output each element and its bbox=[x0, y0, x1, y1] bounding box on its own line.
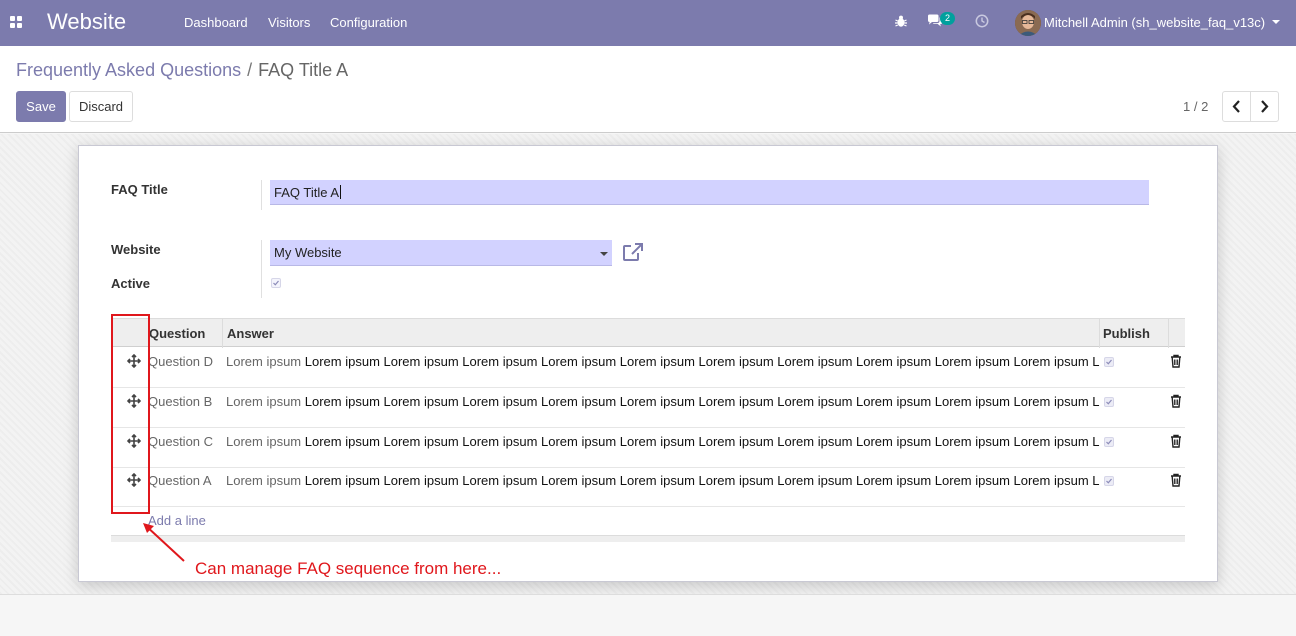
dropdown-arrow-icon[interactable] bbox=[600, 252, 608, 256]
annotation-highlight-box bbox=[111, 314, 150, 514]
answer-text: Lorem ipsum Lorem ipsum Lorem ipsum Lore… bbox=[304, 473, 1100, 488]
answer-text: Lorem ipsum Lorem ipsum Lorem ipsum Lore… bbox=[304, 394, 1100, 409]
chevron-right-icon bbox=[1261, 100, 1269, 113]
answer-text: Lorem ipsum Lorem ipsum Lorem ipsum Lore… bbox=[304, 434, 1100, 449]
trash-icon[interactable] bbox=[1170, 354, 1182, 368]
publish-checkbox[interactable] bbox=[1104, 437, 1114, 447]
control-panel: Frequently Asked Questions / FAQ Title A S… bbox=[0, 46, 1296, 133]
answer-muted-text: Lorem ipsum bbox=[226, 354, 302, 369]
table-row[interactable]: Question B Lorem ipsum Lorem ipsum Lorem… bbox=[111, 388, 1185, 428]
user-name[interactable]: Mitchell Admin (sh_website_faq_v13c) bbox=[1044, 15, 1265, 30]
label-divider bbox=[261, 180, 262, 210]
annotation-arrow-icon bbox=[143, 523, 185, 562]
answer-muted-text: Lorem ipsum bbox=[226, 394, 302, 409]
question-cell[interactable]: Question B bbox=[148, 394, 212, 409]
answer-muted-text: Lorem ipsum bbox=[226, 434, 302, 449]
external-link-icon[interactable] bbox=[622, 242, 644, 262]
answer-text: Lorem ipsum Lorem ipsum Lorem ipsum Lore… bbox=[304, 354, 1100, 369]
breadcrumb: Frequently Asked Questions / FAQ Title A bbox=[16, 60, 348, 81]
app-name: Website bbox=[47, 9, 127, 34]
check-icon bbox=[1106, 478, 1112, 484]
answer-cell[interactable]: Lorem ipsum Lorem ipsum Lorem ipsum Lore… bbox=[226, 354, 1100, 369]
top-navbar: Website Dashboard Visitors Configuration… bbox=[0, 0, 1296, 46]
breadcrumb-parent[interactable]: Frequently Asked Questions bbox=[16, 60, 241, 80]
check-icon bbox=[1106, 359, 1112, 365]
faq-title-field[interactable]: FAQ Title A bbox=[270, 180, 1149, 205]
check-icon bbox=[273, 280, 279, 286]
column-publish[interactable]: Publish bbox=[1103, 326, 1150, 341]
activity-clock-icon[interactable] bbox=[975, 14, 989, 28]
faq-table-header: Question Answer Publish bbox=[111, 318, 1185, 348]
publish-checkbox[interactable] bbox=[1104, 357, 1114, 367]
pager-previous-button[interactable] bbox=[1222, 91, 1251, 122]
faq-title-value: FAQ Title A bbox=[274, 185, 340, 200]
answer-cell[interactable]: Lorem ipsum Lorem ipsum Lorem ipsum Lore… bbox=[226, 394, 1100, 409]
question-cell[interactable]: Question A bbox=[148, 473, 212, 488]
check-icon bbox=[1106, 439, 1112, 445]
answer-cell[interactable]: Lorem ipsum Lorem ipsum Lorem ipsum Lore… bbox=[226, 434, 1100, 449]
table-row[interactable]: Question D Lorem ipsum Lorem ipsum Lorem… bbox=[111, 348, 1185, 388]
trash-icon[interactable] bbox=[1170, 394, 1182, 408]
column-divider bbox=[1099, 319, 1100, 348]
active-label: Active bbox=[111, 276, 151, 291]
messages-count-badge: 2 bbox=[940, 12, 955, 25]
footer-strip bbox=[0, 594, 1296, 636]
chevron-left-icon bbox=[1232, 100, 1240, 113]
column-divider bbox=[222, 319, 223, 348]
check-icon bbox=[1106, 399, 1112, 405]
column-divider bbox=[1168, 319, 1169, 348]
active-checkbox[interactable] bbox=[271, 278, 281, 288]
menu-visitors[interactable]: Visitors bbox=[268, 15, 310, 30]
menu-configuration[interactable]: Configuration bbox=[330, 15, 407, 30]
website-select[interactable]: My Website bbox=[270, 240, 612, 266]
publish-checkbox[interactable] bbox=[1104, 397, 1114, 407]
faq-title-label: FAQ Title bbox=[111, 182, 168, 197]
label-divider bbox=[261, 240, 262, 298]
table-row[interactable]: Question A Lorem ipsum Lorem ipsum Lorem… bbox=[111, 467, 1185, 507]
avatar[interactable] bbox=[1015, 10, 1041, 36]
table-row[interactable]: Question C Lorem ipsum Lorem ipsum Lorem… bbox=[111, 428, 1185, 468]
menu-dashboard[interactable]: Dashboard bbox=[184, 15, 248, 30]
publish-checkbox[interactable] bbox=[1104, 476, 1114, 486]
annotation-text: Can manage FAQ sequence from here... bbox=[195, 559, 502, 578]
answer-muted-text: Lorem ipsum bbox=[226, 473, 302, 488]
trash-icon[interactable] bbox=[1170, 473, 1182, 487]
pager-value[interactable]: 1 / 2 bbox=[1183, 99, 1208, 114]
bug-icon[interactable] bbox=[894, 14, 908, 28]
text-cursor bbox=[340, 185, 342, 199]
breadcrumb-separator: / bbox=[247, 60, 253, 80]
pager-next-button[interactable] bbox=[1250, 91, 1279, 122]
apps-menu-icon[interactable] bbox=[10, 16, 22, 28]
save-button[interactable]: Save bbox=[16, 91, 66, 122]
question-cell[interactable]: Question C bbox=[148, 434, 213, 449]
column-answer[interactable]: Answer bbox=[227, 326, 274, 341]
user-menu-caret-icon[interactable] bbox=[1272, 20, 1280, 24]
question-cell[interactable]: Question D bbox=[148, 354, 213, 369]
trash-icon[interactable] bbox=[1170, 434, 1182, 448]
table-footer bbox=[111, 535, 1185, 542]
website-label: Website bbox=[111, 242, 161, 257]
answer-cell[interactable]: Lorem ipsum Lorem ipsum Lorem ipsum Lore… bbox=[226, 473, 1100, 488]
breadcrumb-current: FAQ Title A bbox=[258, 60, 349, 80]
column-question[interactable]: Question bbox=[149, 326, 205, 341]
discard-button[interactable]: Discard bbox=[69, 91, 133, 122]
